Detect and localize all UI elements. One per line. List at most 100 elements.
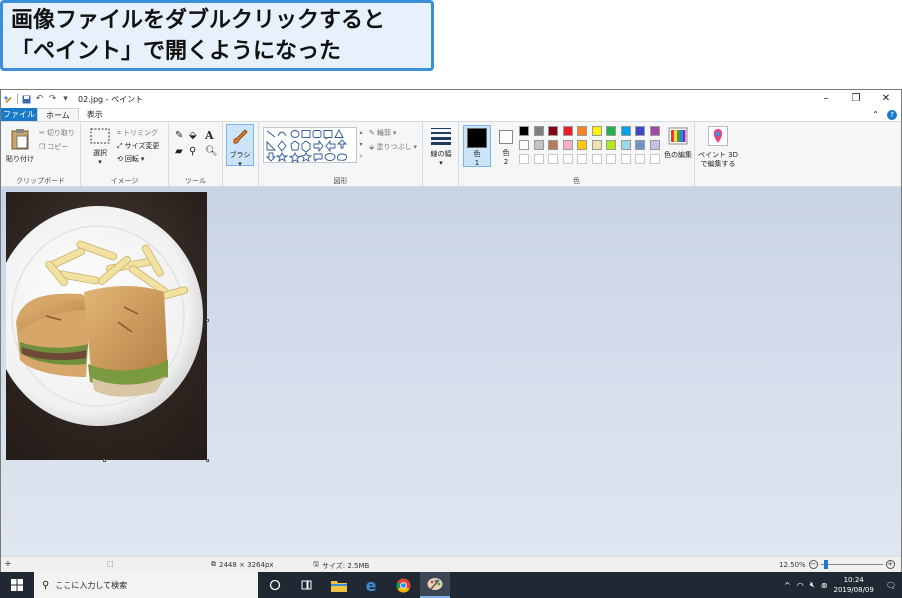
palette-swatch-empty[interactable] [649, 154, 660, 164]
chrome-icon[interactable] [388, 572, 418, 598]
customize-dropdown-icon[interactable]: ▾ [61, 94, 70, 104]
color2-button[interactable]: 色 2 [495, 127, 517, 166]
task-view-icon[interactable] [292, 572, 322, 598]
restore-button[interactable]: ❐ [841, 90, 871, 108]
palette-swatch-empty[interactable] [635, 154, 645, 164]
magnifier-tool[interactable]: 🔍︎ [205, 146, 218, 157]
redo-icon[interactable]: ↷ [48, 94, 57, 104]
taskbar-search[interactable]: ⚲ ここに入力して検索 [34, 572, 258, 598]
palette-swatch[interactable] [577, 140, 587, 150]
fill-tool[interactable]: ⬙ [189, 130, 197, 141]
palette-swatch[interactable] [533, 140, 544, 150]
resize-handle-bottom[interactable] [103, 459, 106, 462]
shapes-gallery[interactable] [263, 127, 357, 164]
palette-swatch[interactable] [606, 140, 616, 150]
palette-swatch[interactable] [620, 126, 631, 136]
text-icon: A [205, 129, 214, 142]
wifi-icon[interactable]: ◠ [797, 581, 804, 590]
palette-swatch[interactable] [635, 140, 645, 150]
zoom-slider[interactable] [820, 560, 883, 569]
paste-button[interactable]: 貼り付け [4, 128, 36, 164]
action-center-icon[interactable]: 🗨︎ [886, 581, 896, 590]
zoom-in-button[interactable]: + [885, 560, 895, 569]
color1-button[interactable]: 色 1 [463, 125, 491, 167]
tab-home[interactable]: ホーム [37, 108, 79, 121]
show-hidden-icons-icon[interactable]: ^ [784, 581, 791, 590]
palette-swatch[interactable] [649, 140, 660, 150]
collapse-ribbon-icon[interactable]: ⌃ [872, 110, 879, 119]
zoom-out-button[interactable]: − [808, 560, 818, 569]
palette-swatch[interactable] [649, 126, 660, 136]
cortana-icon[interactable] [260, 572, 290, 598]
eraser-tool[interactable]: ▰ [175, 146, 183, 157]
text-tool[interactable]: A [205, 129, 214, 142]
tools-group-label: ツール [185, 177, 206, 185]
edit-colors-label: 色の編集 [664, 151, 692, 159]
palette-swatch[interactable] [562, 126, 573, 136]
clock[interactable]: 10:24 2019/08/09 [833, 575, 873, 595]
palette-swatch[interactable] [548, 140, 558, 150]
palette-swatch-empty[interactable] [562, 154, 573, 164]
copy-icon: ❐ [39, 143, 46, 151]
paint-icon[interactable] [420, 572, 450, 598]
brushes-button[interactable]: ブラシ ▾ [226, 124, 254, 168]
palette-swatch[interactable] [591, 140, 602, 150]
edit-colors-button[interactable]: 色の編集 [663, 126, 693, 160]
palette-swatch-empty[interactable] [533, 154, 544, 164]
notification-badge-icon[interactable]: ⊗ [821, 581, 828, 590]
chevron-down-icon: ▾ [140, 155, 145, 163]
palette-swatch[interactable] [519, 126, 529, 136]
palette-swatch-empty[interactable] [620, 154, 631, 164]
resize-button[interactable]: ⤢ サイズ変更 [117, 141, 159, 151]
edge-icon[interactable]: e [356, 572, 386, 598]
palette-swatch-empty[interactable] [591, 154, 602, 164]
select-button[interactable]: 選択 ▾ [87, 128, 113, 166]
palette-swatch-empty[interactable] [548, 154, 558, 164]
palette-swatch-empty[interactable] [577, 154, 587, 164]
paint-app-icon[interactable] [4, 95, 13, 104]
palette-swatch[interactable] [577, 126, 587, 136]
brush-icon [227, 128, 253, 148]
crop-button[interactable]: ⌗ トリミング [117, 128, 158, 138]
palette-swatch[interactable] [591, 126, 602, 136]
palette-swatch[interactable] [548, 126, 558, 136]
palette-swatch-empty[interactable] [606, 154, 616, 164]
palette-swatch-empty[interactable] [519, 154, 529, 164]
canvas-image[interactable] [6, 192, 207, 460]
zoom-thumb[interactable] [823, 560, 828, 569]
palette-swatch[interactable] [635, 126, 645, 136]
color-picker-tool[interactable]: ⚲ [189, 146, 196, 157]
tab-view[interactable]: 表示 [79, 108, 111, 121]
edit-with-paint3d-button[interactable]: ペイント 3D で編集する [697, 126, 739, 169]
pencil-tool[interactable]: ✎ [175, 130, 183, 141]
cut-button[interactable]: ✂ 切り取り [39, 128, 75, 138]
rotate-button[interactable]: ⟲ 回転 ▾ [117, 154, 144, 164]
minimize-button[interactable]: – [811, 90, 841, 108]
palette-swatch[interactable] [562, 140, 573, 150]
help-icon[interactable]: ? [887, 109, 897, 120]
close-button[interactable]: ✕ [871, 90, 901, 108]
palette-swatch[interactable] [606, 126, 616, 136]
shapes-scroll[interactable]: ▴ ▾ ▿ [357, 127, 365, 163]
file-explorer-icon[interactable] [324, 572, 354, 598]
tab-file[interactable]: ファイル [1, 108, 37, 121]
palette-swatch[interactable] [533, 126, 544, 136]
copy-label: コピー [47, 143, 69, 151]
canvas-area[interactable] [1, 187, 901, 556]
dimensions-icon: ⧉ [211, 560, 216, 568]
screenshot: 画像ファイルをダブルクリックすると 「ペイント」で開くようになった ↶ ↷ ▾ … [0, 0, 902, 598]
volume-mute-icon[interactable]: 🔇︎ [810, 580, 815, 590]
outline-button[interactable]: ✎ 輪郭 ▾ [369, 128, 396, 138]
resize-handle-right[interactable] [206, 319, 209, 322]
undo-icon[interactable]: ↶ [35, 94, 44, 104]
save-icon[interactable] [22, 95, 31, 104]
resize-handle-corner[interactable] [206, 459, 209, 462]
copy-button[interactable]: ❐ コピー [39, 142, 68, 152]
fill-button[interactable]: ⬙ 塗りつぶし ▾ [369, 142, 417, 152]
palette-swatch[interactable] [519, 140, 529, 150]
start-button[interactable] [0, 572, 34, 598]
palette-swatch[interactable] [620, 140, 631, 150]
search-placeholder: ここに入力して検索 [55, 580, 128, 590]
size-button[interactable]: 線の幅 ▾ [427, 127, 455, 167]
color2-number: 2 [503, 158, 509, 166]
